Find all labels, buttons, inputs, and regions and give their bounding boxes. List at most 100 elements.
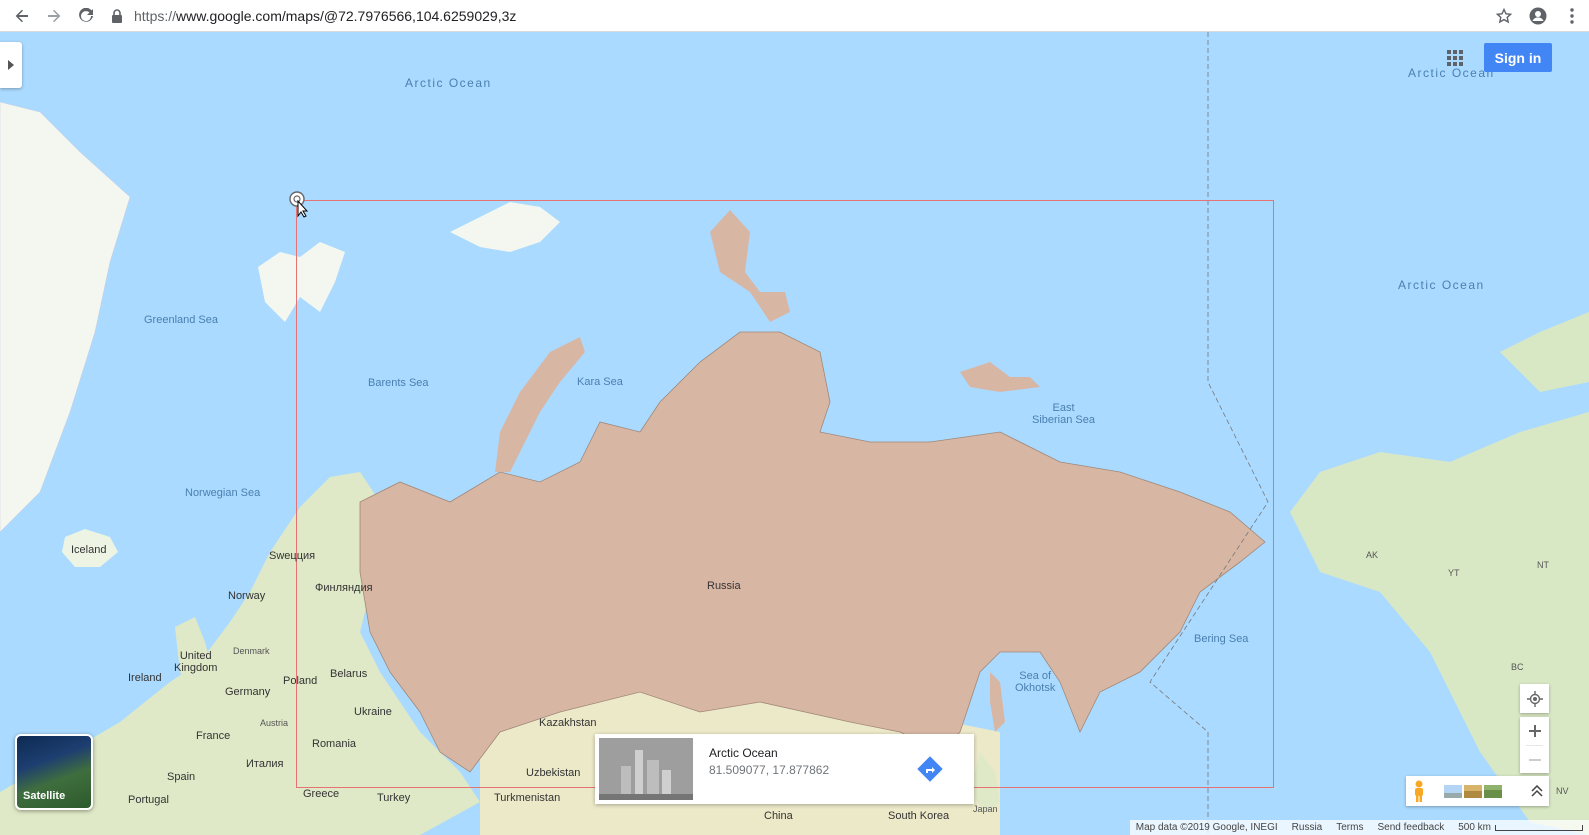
url-text: https://www.google.com/maps/@72.7976566,… [134, 8, 516, 24]
google-apps-button[interactable] [1443, 46, 1467, 70]
label-spain: Spain [167, 771, 196, 783]
send-feedback-link[interactable]: Send feedback [1377, 822, 1444, 833]
label-poland: Poland [283, 675, 318, 687]
label-romania: Romania [312, 738, 357, 750]
label-france: France [196, 730, 231, 742]
browser-toolbar: https://www.google.com/maps/@72.7976566,… [0, 0, 1589, 32]
back-button[interactable] [6, 2, 38, 30]
arrow-left-icon [15, 9, 28, 22]
plus-icon [1528, 725, 1541, 737]
minus-icon [1528, 759, 1541, 761]
arrow-right-icon [48, 9, 61, 22]
label-turkey: Turkey [377, 792, 411, 804]
label-iceland: Iceland [71, 544, 107, 556]
directions-icon[interactable] [917, 756, 943, 782]
url-path: www.google.com/maps/@72.7976566,104.6259… [176, 8, 517, 24]
scale-label: 500 km [1458, 822, 1491, 833]
reload-button[interactable] [70, 2, 102, 30]
label-portugal: Portugal [128, 794, 169, 806]
label-nt: NT [1537, 560, 1549, 570]
lock-icon [112, 9, 122, 23]
caret-right-icon [8, 60, 14, 70]
pegman-button[interactable] [1406, 778, 1432, 804]
label-belarus: Belarus [330, 668, 368, 680]
imagery-thumb[interactable] [1464, 784, 1482, 798]
label-arctic-ocean: Arctic Ocean [405, 76, 492, 90]
greenland-land [0, 101, 131, 533]
map-data-attribution: Map data ©2019 Google, INEGI [1135, 822, 1278, 833]
label-bering-sea: Bering Sea [1194, 633, 1249, 645]
region-link[interactable]: Russia [1292, 822, 1323, 833]
imagery-thumb[interactable] [1444, 784, 1462, 798]
scale-line [1495, 824, 1583, 831]
my-location-button[interactable] [1520, 684, 1549, 713]
url-scheme: https:// [134, 8, 177, 24]
zoom-in-button[interactable] [1520, 717, 1549, 745]
imagery-thumbnails [1444, 784, 1502, 798]
label-japan: Japan [973, 804, 998, 814]
label-austria: Austria [260, 718, 289, 728]
label-uk: United Kingdom [174, 650, 218, 674]
selection-rectangle [296, 200, 1274, 788]
map-canvas[interactable]: Arctic Ocean Arctic Ocean Arctic Ocean G… [0, 32, 1589, 835]
label-arctic-ocean: Arctic Ocean [1398, 278, 1485, 292]
label-south-korea: South Korea [888, 810, 950, 822]
label-bc: BC [1511, 662, 1524, 672]
expand-imagery-button[interactable] [1525, 779, 1549, 803]
sign-in-button[interactable]: Sign in [1484, 43, 1552, 72]
location-info-card[interactable]: Arctic Ocean 81.509077, 17.877862 [595, 734, 974, 804]
zoom-control [1520, 717, 1549, 773]
bookmark-star-button[interactable] [1487, 0, 1521, 32]
label-denmark: Denmark [233, 646, 270, 656]
address-bar[interactable]: https://www.google.com/maps/@72.7976566,… [110, 3, 1490, 29]
profile-button[interactable] [1521, 0, 1555, 32]
street-view-thumbnail[interactable] [599, 738, 693, 800]
crosshair-icon [1526, 690, 1543, 707]
reload-icon [79, 7, 93, 22]
label-ak: AK [1366, 550, 1379, 560]
city-buildings-icon [599, 738, 693, 800]
browser-actions [1487, 0, 1589, 32]
label-uzbekistan: Uzbekistan [526, 767, 581, 779]
label-china: China [764, 810, 793, 822]
label-yt: YT [1448, 568, 1460, 578]
label-kazakhstan: Kazakhstan [539, 717, 597, 729]
label-finland: Финляндия [315, 582, 373, 594]
scale-bar[interactable]: 500 km [1458, 822, 1583, 833]
street-view-controls [1406, 776, 1549, 806]
browser-menu-button[interactable] [1555, 0, 1589, 32]
ne-arctic-land [1500, 312, 1589, 392]
satellite-label: Satellite [23, 790, 66, 802]
label-ireland: Ireland [128, 672, 162, 684]
more-vert-icon [1570, 8, 1574, 24]
terms-link[interactable]: Terms [1336, 822, 1363, 833]
label-greenland-sea: Greenland Sea [144, 314, 218, 326]
label-kara-sea: Kara Sea [577, 376, 623, 388]
apps-grid-icon [1447, 50, 1463, 66]
account-icon [1529, 7, 1547, 25]
pegman-icon [1415, 780, 1423, 802]
label-east-siberian-sea: East Siberian Sea [1032, 402, 1095, 426]
label-italy: Италия [246, 758, 284, 770]
label-ukraine: Ukraine [354, 706, 392, 718]
label-russia: Russia [707, 580, 741, 592]
info-card-title: Arctic Ocean [709, 746, 778, 760]
dropped-pin-marker[interactable] [288, 190, 308, 218]
label-germany: Germany [225, 686, 271, 698]
label-nv: NV [1556, 786, 1569, 796]
forward-button[interactable] [38, 2, 70, 30]
chevron-up-double-icon [1531, 785, 1543, 797]
label-norway: Norway [228, 590, 266, 602]
satellite-layer-toggle[interactable]: Satellite [15, 734, 93, 810]
label-barents-sea: Barents Sea [368, 377, 429, 389]
star-icon [1496, 8, 1512, 24]
info-card-coordinates[interactable]: 81.509077, 17.877862 [709, 763, 829, 777]
label-greece: Greece [303, 788, 340, 800]
zoom-out-button[interactable] [1520, 746, 1549, 774]
side-panel-toggle[interactable] [0, 42, 22, 88]
label-turkmenistan: Turkmenistan [494, 792, 561, 804]
label-norwegian-sea: Norwegian Sea [185, 487, 261, 499]
map-footer: Map data ©2019 Google, INEGI Russia Term… [1129, 820, 1589, 835]
imagery-thumb[interactable] [1484, 784, 1502, 798]
label-sea-of-okhotsk: Sea of Okhotsk [1015, 670, 1056, 694]
